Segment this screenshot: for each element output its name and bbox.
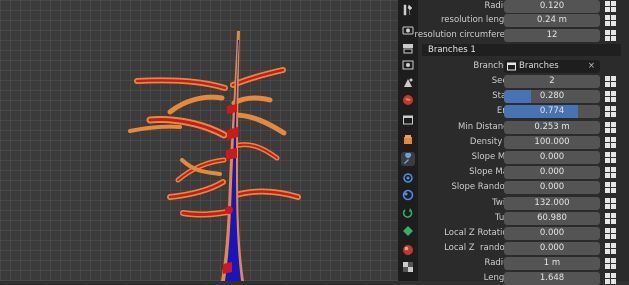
prop-radius: Radius 1 m [418,257,629,270]
local-z-rotation-label: Local Z Rotation [444,228,513,238]
resolution-circumference-label: resolution circumfere... [414,30,513,40]
keyframe-icon[interactable] [605,1,616,12]
keyframe-icon[interactable] [605,258,616,269]
prop-radius-top: Radius 0.120 [418,0,629,13]
branches-object-name: Branches [519,61,559,71]
density-field[interactable]: 100.000 [504,136,600,149]
prop-slope-min: Slope Min 0.000 [418,151,629,164]
prop-slope-random: Slope Random 0.000 [418,181,629,194]
keyframe-icon[interactable] [605,167,616,178]
tab-texture[interactable] [401,260,415,274]
tree-trunk [221,31,244,281]
tab-output[interactable] [401,41,415,55]
collection-icon [507,62,516,71]
keyframe-icon[interactable] [605,106,616,117]
prop-local-z-random: Local Z random 0.000 [418,242,629,255]
prop-resolution-length: resolution length 0.24 m [418,14,629,27]
keyframe-icon[interactable] [605,243,616,254]
prop-end: End 0.774 [418,105,629,118]
resolution-length-label: resolution length [441,15,513,25]
keyframe-icon[interactable] [605,137,616,148]
prop-resolution-circumference: resolution circumfere... 12 [414,29,629,42]
constraints-icon [402,208,413,218]
prop-start: Start 0.280 [418,90,629,103]
3d-viewport[interactable] [0,0,398,281]
turn-field[interactable]: 60.980 [504,212,600,225]
particles-icon [403,173,413,183]
world-icon [403,95,413,105]
view-layer-icon [402,60,414,70]
resolution-length-field[interactable]: 0.24 m [504,14,600,27]
keyframe-icon[interactable] [605,15,616,26]
keyframe-icon[interactable] [605,198,616,209]
prop-slope-max: Slope Max 0.000 [418,166,629,179]
collection-icon [403,115,413,125]
tab-material[interactable] [401,243,415,257]
data-icon [403,226,413,236]
keyframe-icon[interactable] [605,122,616,133]
tree-mesh [128,31,301,281]
material-icon [403,245,413,255]
physics-icon [402,189,414,201]
slope-random-field[interactable]: 0.000 [504,181,600,194]
start-slider[interactable]: 0.280 [504,90,600,103]
keyframe-icon[interactable] [605,30,616,41]
tab-world[interactable] [401,93,415,107]
prop-branches: Branches Branches × [418,60,629,73]
tab-constraints[interactable] [401,206,415,220]
output-icon [403,44,413,54]
prop-length: Length 1.648 [418,272,629,285]
keyframe-icon[interactable] [605,228,616,239]
radius-field[interactable]: 1 m [504,257,600,270]
branches-section-header[interactable]: Branches 1 [422,44,621,56]
tab-data[interactable] [401,224,415,238]
properties-panel: Radius 0.120 resolution length 0.24 m re… [414,0,629,285]
tab-scene[interactable] [401,76,415,90]
scene-icon [404,78,413,87]
end-slider[interactable]: 0.774 [504,105,600,118]
keyframe-icon[interactable] [605,213,616,224]
tab-view-layer[interactable] [401,58,415,72]
tab-physics[interactable] [401,188,415,202]
seed-field[interactable]: 2 [504,75,600,88]
tab-render[interactable] [401,23,415,37]
clear-icon[interactable]: × [588,60,595,73]
object-icon [404,135,412,144]
prop-twist: Twist 132.000 [418,197,629,210]
length-field[interactable]: 1.648 [504,272,600,285]
slope-min-field[interactable]: 0.000 [504,151,600,164]
keyframe-icon[interactable] [605,273,616,284]
keyframe-icon[interactable] [605,152,616,163]
branches-object-field[interactable]: Branches × [504,60,600,73]
texture-icon [403,262,413,272]
radius-top-field[interactable]: 0.120 [504,0,600,13]
keyframe-icon[interactable] [605,76,616,87]
min-distance-field[interactable]: 0.253 m [504,121,600,134]
keyframe-icon[interactable] [605,91,616,102]
tab-tool[interactable] [401,3,415,17]
prop-turn: Turn 60.980 [418,212,629,225]
resolution-circumference-field[interactable]: 12 [504,29,600,42]
local-z-rotation-field[interactable]: 0.000 [504,227,600,240]
start-slider-fill [504,90,531,103]
keyframe-icon[interactable] [605,182,616,193]
modifier-wrench-icon [404,153,412,164]
render-icon [402,26,414,35]
tree-branches [128,67,301,218]
tool-icon [403,4,413,16]
prop-min-distance: Min Distance 0.253 m [418,121,629,134]
tab-modifier-wrench[interactable] [401,152,415,166]
twist-field[interactable]: 132.000 [504,197,600,210]
prop-local-z-rotation: Local Z Rotation 0.000 [418,227,629,240]
local-z-random-label: Local Z random [444,243,513,253]
tab-object[interactable] [401,133,415,147]
tab-collection[interactable] [401,113,415,127]
slope-max-field[interactable]: 0.000 [504,166,600,179]
prop-seed: Seed 2 [418,75,629,88]
local-z-random-field[interactable]: 0.000 [504,242,600,255]
prop-density: Density % 100.000 [418,136,629,149]
properties-tab-bar [398,0,418,281]
tab-particles[interactable] [401,171,415,185]
